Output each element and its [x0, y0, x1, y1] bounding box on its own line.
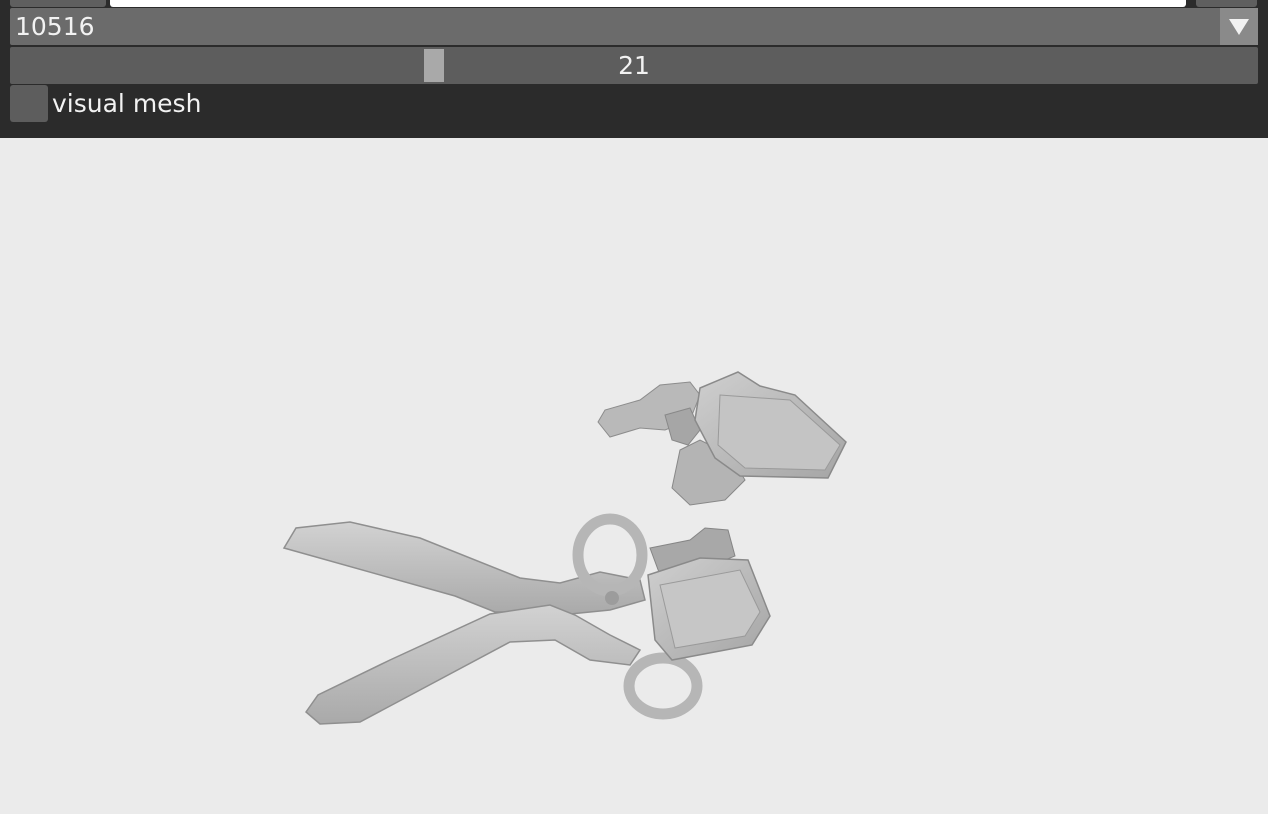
dropdown-selected-value: 10516: [15, 12, 95, 41]
control-panel: 10516 21 visual mesh: [0, 0, 1268, 138]
triangle-down-icon[interactable]: [1220, 8, 1258, 45]
visual-mesh-checkbox[interactable]: [10, 85, 48, 122]
slider-value: 21: [618, 51, 650, 80]
robot-hand-lower: [647, 527, 771, 661]
visual-mesh-label: visual mesh: [52, 89, 202, 118]
scene-render: [282, 371, 847, 725]
frame-slider[interactable]: 21: [10, 47, 1258, 84]
scissors: [282, 513, 703, 725]
top-left-button[interactable]: [10, 0, 106, 7]
3d-viewport[interactable]: [0, 138, 1268, 810]
top-path-field[interactable]: [110, 0, 1186, 7]
robot-hand-upper: [597, 371, 847, 506]
triangle-down-icon-shape: [1229, 18, 1249, 35]
object-id-dropdown[interactable]: 10516: [10, 8, 1258, 45]
top-right-button[interactable]: [1196, 0, 1257, 7]
